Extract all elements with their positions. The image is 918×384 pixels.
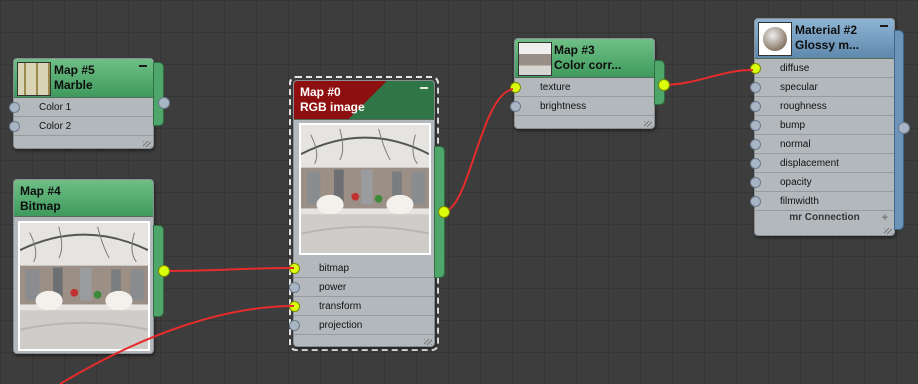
slot-label: normal <box>780 139 811 150</box>
slot-label: opacity <box>780 177 812 188</box>
expand-plus-icon[interactable]: + <box>882 211 888 225</box>
node-title: Map #4 <box>20 184 61 198</box>
slot-bitmap[interactable]: bitmap <box>289 259 434 278</box>
slot-label: brightness <box>540 101 587 112</box>
output-port-connected[interactable] <box>658 79 670 91</box>
slot-diffuse[interactable]: diffuse <box>750 59 894 78</box>
slot-power[interactable]: power <box>289 278 434 297</box>
input-port[interactable] <box>510 101 521 112</box>
output-port[interactable] <box>898 122 910 134</box>
output-port-connected[interactable] <box>158 265 170 277</box>
node-map5-marble[interactable]: Map #5 Marble Color 1 Color 2 <box>9 58 154 149</box>
input-port[interactable] <box>750 177 761 188</box>
input-port-connected[interactable] <box>750 63 761 74</box>
node-title: Map #5 <box>54 63 95 77</box>
resize-grip-icon[interactable] <box>644 121 652 127</box>
slot-specular[interactable]: specular <box>750 78 894 97</box>
input-port[interactable] <box>750 101 761 112</box>
input-port[interactable] <box>750 139 761 150</box>
node-title: Map #3 <box>554 43 595 57</box>
slot-filmwidth[interactable]: filmwidth <box>750 192 894 211</box>
input-port[interactable] <box>289 282 300 293</box>
output-tab[interactable] <box>153 62 164 126</box>
slot-texture[interactable]: texture <box>510 78 654 97</box>
node-map3-color-correction[interactable]: Map #3 Color corr... texture brightness <box>510 38 655 129</box>
slot-projection[interactable]: projection <box>289 316 434 335</box>
resize-grip-icon[interactable] <box>424 339 432 345</box>
slot-opacity[interactable]: opacity <box>750 173 894 192</box>
node-map0-rgb-image[interactable]: Map #0 RGB image bitmap power transform … <box>289 80 435 347</box>
wire-map0-to-map3-texture <box>442 88 514 213</box>
node-header[interactable]: Map #4 Bitmap <box>14 180 153 217</box>
slot-label: power <box>319 282 347 293</box>
input-port-connected[interactable] <box>289 301 300 312</box>
slot-label: Color 1 <box>39 102 72 113</box>
node-subtitle: Glossy m... <box>795 38 860 52</box>
minimize-icon[interactable] <box>880 25 888 27</box>
slot-color-1[interactable]: Color 1 <box>9 98 153 117</box>
slot-roughness[interactable]: roughness <box>750 97 894 116</box>
panorama-thumbnail-icon <box>518 42 552 76</box>
resize-grip-icon[interactable] <box>143 141 151 147</box>
slot-normal[interactable]: normal <box>750 135 894 154</box>
node-title: Material #2 <box>795 23 858 37</box>
slot-label: specular <box>780 82 818 93</box>
node-map4-bitmap[interactable]: Map #4 Bitmap <box>13 179 154 354</box>
input-port[interactable] <box>750 82 761 93</box>
slot-label: bump <box>780 120 806 131</box>
mr-connection-rollout[interactable]: mr Connection + <box>755 211 894 225</box>
panorama-preview-icon <box>18 221 150 351</box>
node-subtitle: Bitmap <box>20 199 61 213</box>
wire-map4-to-map0-bitmap <box>163 267 295 272</box>
slot-label: diffuse <box>780 63 810 74</box>
rollout-label: mr Connection <box>789 212 860 223</box>
node-subtitle: Marble <box>54 78 93 92</box>
resize-grip-icon[interactable] <box>884 228 892 234</box>
output-port[interactable] <box>158 97 170 109</box>
input-port[interactable] <box>750 120 761 131</box>
input-port[interactable] <box>289 320 300 331</box>
slot-label: Color 2 <box>39 121 72 132</box>
node-subtitle: Color corr... <box>554 58 622 72</box>
output-port-connected[interactable] <box>438 206 450 218</box>
input-port[interactable] <box>750 158 761 169</box>
sphere-thumbnail-icon <box>758 22 792 56</box>
input-port[interactable] <box>9 102 20 113</box>
marble-thumbnail-icon <box>17 62 51 96</box>
minimize-icon[interactable] <box>139 65 147 67</box>
slot-label: displacement <box>780 158 839 169</box>
input-port[interactable] <box>750 196 761 207</box>
node-header-selected[interactable]: Map #0 RGB image <box>294 81 434 120</box>
node-title: Map #0 <box>300 85 341 99</box>
node-subtitle: RGB image <box>300 100 365 114</box>
slot-label: transform <box>319 301 362 312</box>
slot-transform[interactable]: transform <box>289 297 434 316</box>
slot-color-2[interactable]: Color 2 <box>9 117 153 136</box>
panorama-preview-icon <box>299 123 431 255</box>
input-port-connected[interactable] <box>289 263 300 274</box>
slot-brightness[interactable]: brightness <box>510 97 654 116</box>
slot-label: filmwidth <box>780 196 819 207</box>
minimize-icon[interactable] <box>420 87 428 89</box>
slot-bump[interactable]: bump <box>750 116 894 135</box>
input-port[interactable] <box>9 121 20 132</box>
slot-displacement[interactable]: displacement <box>750 154 894 173</box>
slot-label: roughness <box>780 101 827 112</box>
slot-label: bitmap <box>319 263 350 274</box>
slot-label: texture <box>540 82 571 93</box>
input-port-connected[interactable] <box>510 82 521 93</box>
wire-map3-to-mat2-diffuse <box>663 69 754 86</box>
node-material2-glossy[interactable]: Material #2 Glossy m... diffuse specular… <box>750 18 895 236</box>
slot-label: projection <box>319 320 363 331</box>
